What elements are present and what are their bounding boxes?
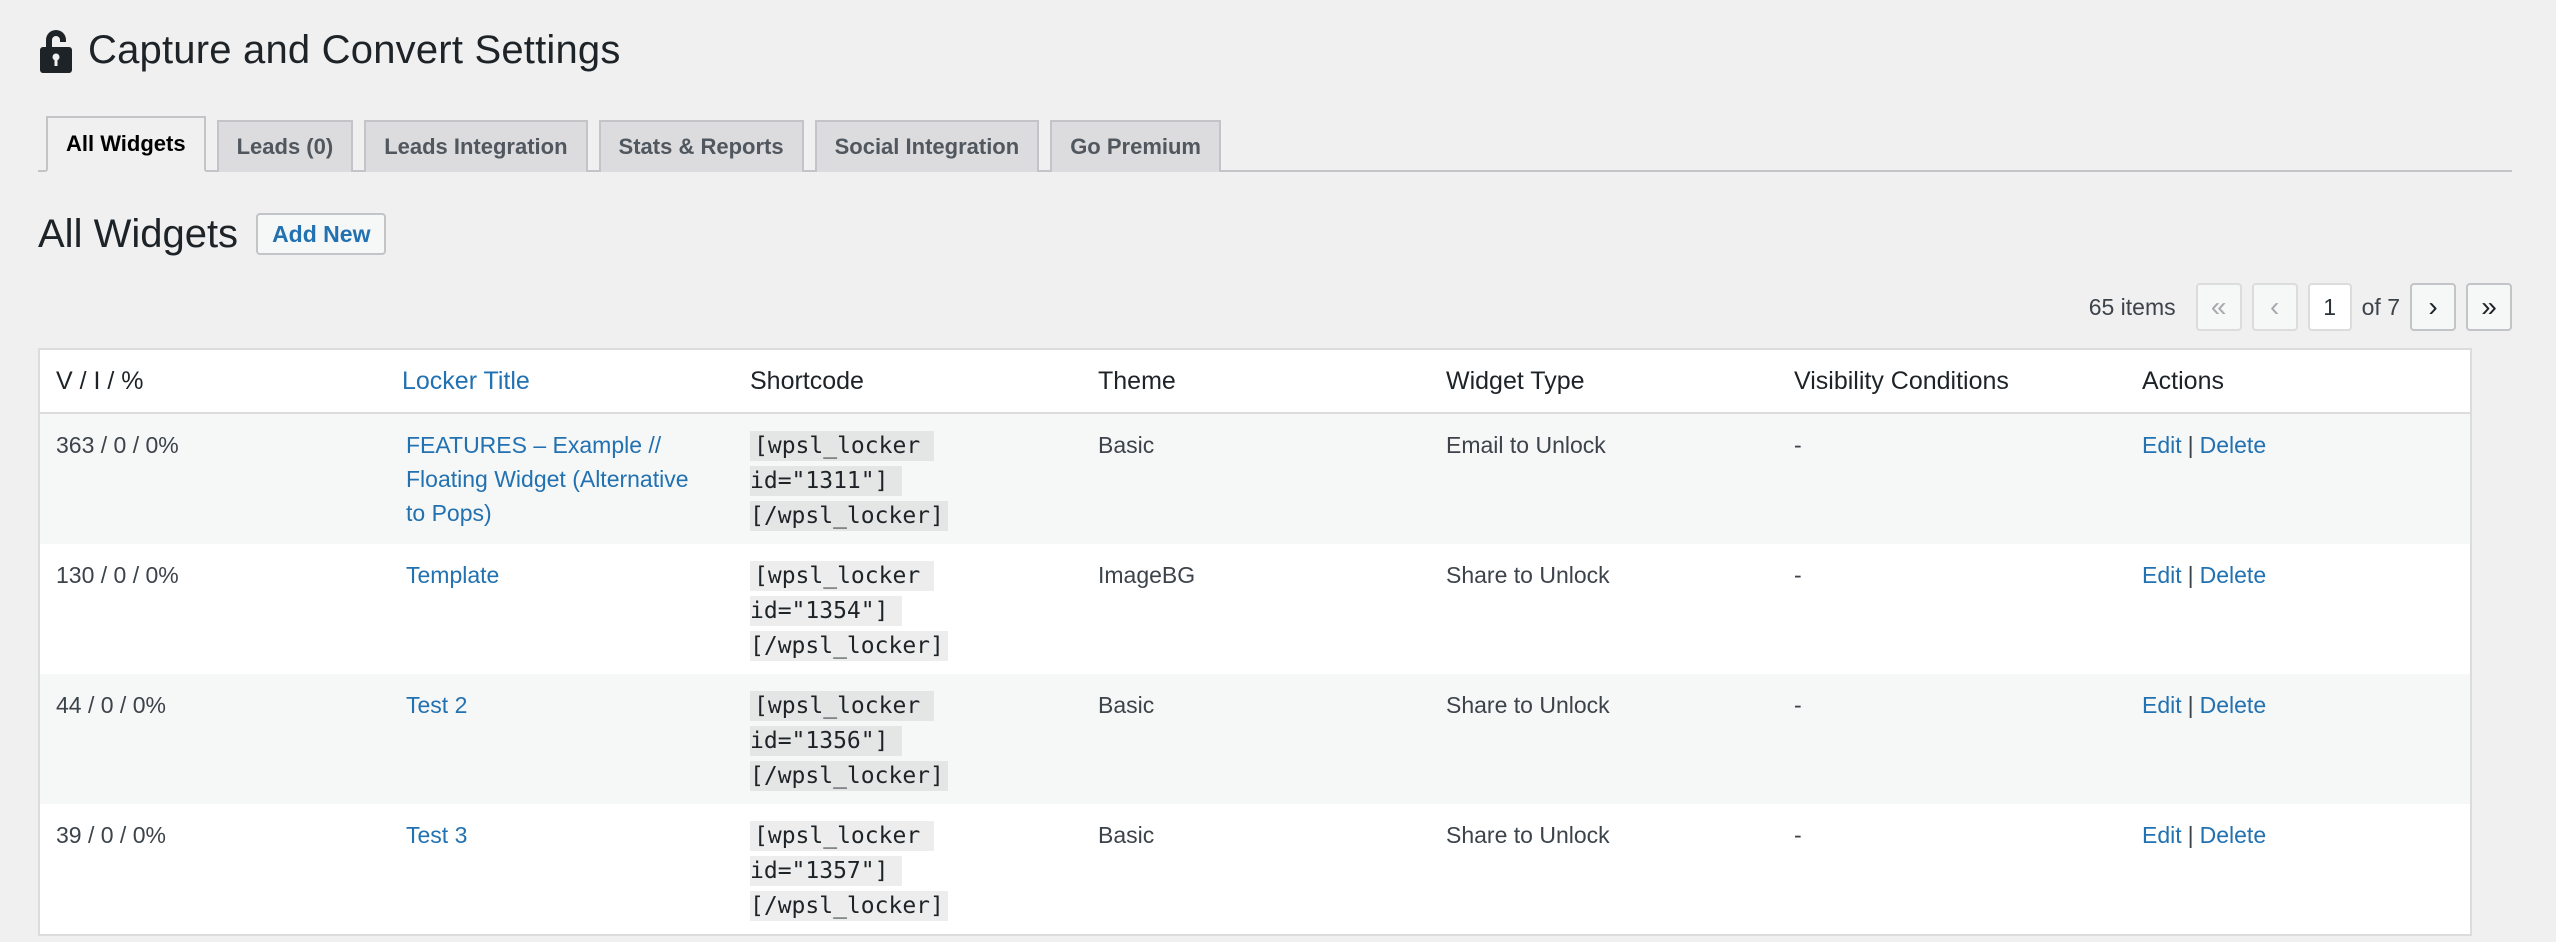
action-separator: | — [2187, 432, 2194, 458]
row-actions: Edit | Delete — [2126, 558, 2470, 592]
locker-title-link[interactable]: Test 2 — [406, 692, 467, 718]
shortcode-text[interactable]: [wpsl_locker id="1354"] [/wpsl_locker] — [750, 561, 948, 661]
next-page-button[interactable]: › — [2410, 283, 2456, 331]
widgets-table: V / I / % Locker Title Shortcode Theme W… — [38, 348, 2472, 936]
last-page-button[interactable]: » — [2466, 283, 2512, 331]
current-page-input[interactable]: 1 — [2307, 283, 2352, 331]
shortcode-text[interactable]: [wpsl_locker id="1311"] [/wpsl_locker] — [750, 431, 948, 531]
row-shortcode: [wpsl_locker id="1357"] [/wpsl_locker] — [734, 818, 1082, 923]
lock-icon — [38, 26, 78, 74]
action-separator: | — [2187, 692, 2194, 718]
column-header-widget-type: Widget Type — [1446, 366, 1585, 395]
row-theme: Basic — [1098, 822, 1155, 848]
first-page-button: « — [2195, 283, 2242, 331]
row-visibility: - — [1794, 432, 1802, 458]
row-actions: Edit | Delete — [2126, 428, 2470, 462]
table-row: 39 / 0 / 0% Test 3 [wpsl_locker id="1357… — [40, 804, 2470, 934]
row-widget-type: Share to Unlock — [1446, 562, 1610, 588]
action-separator: | — [2187, 822, 2194, 848]
row-widget-type: Email to Unlock — [1446, 432, 1606, 458]
locker-title-link[interactable]: FEATURES – Example // Floating Widget (A… — [406, 432, 689, 526]
row-widget-type: Share to Unlock — [1446, 692, 1610, 718]
tab-go-premium[interactable]: Go Premium — [1050, 120, 1221, 172]
page-header: Capture and Convert Settings — [38, 24, 621, 76]
row-theme: ImageBG — [1098, 562, 1196, 588]
row-widget-type: Share to Unlock — [1446, 822, 1610, 848]
row-theme: Basic — [1098, 432, 1155, 458]
edit-link[interactable]: Edit — [2142, 432, 2182, 458]
row-shortcode: [wpsl_locker id="1356"] [/wpsl_locker] — [734, 688, 1082, 793]
tab-stats-reports[interactable]: Stats & Reports — [598, 120, 804, 172]
tab-all-widgets[interactable]: All Widgets — [46, 116, 206, 172]
row-shortcode: [wpsl_locker id="1311"] [/wpsl_locker] — [734, 428, 1082, 533]
delete-link[interactable]: Delete — [2200, 432, 2266, 458]
table-row: 363 / 0 / 0% FEATURES – Example // Float… — [40, 414, 2470, 544]
locker-title-link[interactable]: Template — [406, 562, 499, 588]
row-actions: Edit | Delete — [2126, 688, 2470, 722]
column-header-shortcode: Shortcode — [750, 366, 864, 395]
column-header-theme: Theme — [1098, 366, 1176, 395]
items-count: 65 items — [2088, 293, 2176, 320]
action-separator: | — [2187, 562, 2194, 588]
prev-page-button: ‹ — [2251, 283, 2298, 331]
page-title: Capture and Convert Settings — [88, 27, 621, 72]
section-header: All Widgets Add New — [38, 206, 387, 262]
edit-link[interactable]: Edit — [2142, 562, 2182, 588]
row-shortcode: [wpsl_locker id="1354"] [/wpsl_locker] — [734, 558, 1082, 663]
table-row: 44 / 0 / 0% Test 2 [wpsl_locker id="1356… — [40, 674, 2470, 804]
shortcode-text[interactable]: [wpsl_locker id="1357"] [/wpsl_locker] — [750, 821, 948, 921]
table-row: 130 / 0 / 0% Template [wpsl_locker id="1… — [40, 544, 2470, 674]
tab-leads[interactable]: Leads (0) — [216, 120, 354, 172]
row-stats: 39 / 0 / 0% — [56, 822, 166, 848]
row-visibility: - — [1794, 822, 1802, 848]
column-header-stats: V / I / % — [56, 366, 144, 395]
delete-link[interactable]: Delete — [2200, 562, 2266, 588]
tab-social-integration[interactable]: Social Integration — [814, 120, 1040, 172]
column-header-visibility: Visibility Conditions — [1794, 366, 2009, 395]
row-actions: Edit | Delete — [2126, 818, 2470, 852]
row-stats: 44 / 0 / 0% — [56, 692, 166, 718]
row-stats: 130 / 0 / 0% — [56, 562, 179, 588]
nav-tabs: All Widgets Leads (0) Leads Integration … — [38, 116, 2512, 172]
column-header-locker-title[interactable]: Locker Title — [386, 367, 734, 396]
shortcode-text[interactable]: [wpsl_locker id="1356"] [/wpsl_locker] — [750, 691, 948, 791]
row-title: FEATURES – Example // Floating Widget (A… — [386, 428, 734, 530]
edit-link[interactable]: Edit — [2142, 692, 2182, 718]
row-theme: Basic — [1098, 692, 1155, 718]
table-header: V / I / % Locker Title Shortcode Theme W… — [40, 350, 2470, 414]
edit-link[interactable]: Edit — [2142, 822, 2182, 848]
column-header-actions: Actions — [2142, 366, 2224, 395]
delete-link[interactable]: Delete — [2200, 822, 2266, 848]
row-title: Template — [386, 558, 734, 592]
total-pages-label: of 7 — [2361, 293, 2400, 320]
row-title: Test 3 — [386, 818, 734, 852]
row-visibility: - — [1794, 692, 1802, 718]
pagination: 65 items « ‹ 1 of 7 › » — [2089, 282, 2512, 332]
add-new-button[interactable]: Add New — [256, 213, 387, 255]
delete-link[interactable]: Delete — [2200, 692, 2266, 718]
row-title: Test 2 — [386, 688, 734, 722]
row-visibility: - — [1794, 562, 1802, 588]
section-title: All Widgets — [38, 211, 239, 256]
locker-title-link[interactable]: Test 3 — [406, 822, 467, 848]
tab-leads-integration[interactable]: Leads Integration — [364, 120, 588, 172]
row-stats: 363 / 0 / 0% — [56, 432, 179, 458]
